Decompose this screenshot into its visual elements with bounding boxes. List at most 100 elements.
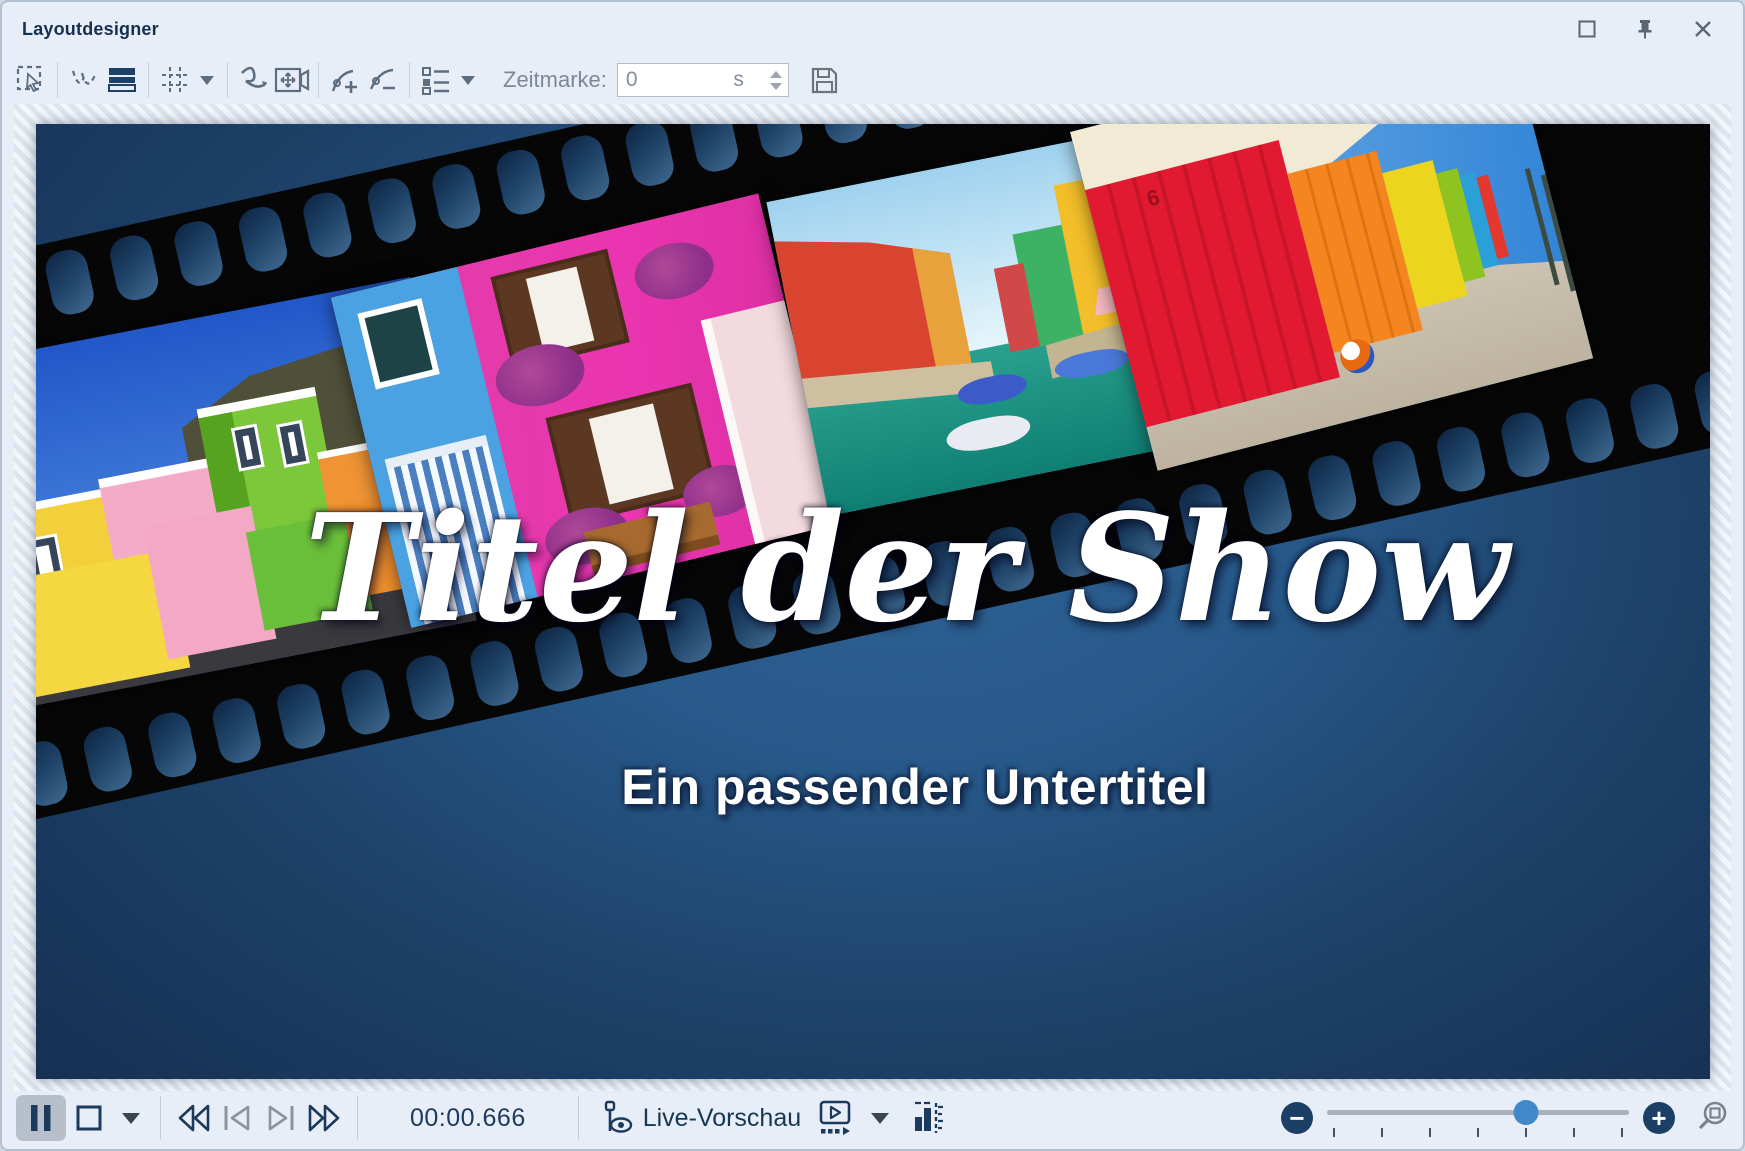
motion-path-icon [238,65,270,95]
film-perforation-hole [558,132,613,204]
playback-separator [160,1096,161,1140]
pin-icon [1636,19,1654,39]
close-icon [1694,20,1712,38]
film-perforation-hole [145,709,200,781]
ruler-bars-button[interactable] [907,1095,951,1141]
live-preview-toggle[interactable]: Live-Vorschau [603,1101,801,1135]
hut-number: 6 [1144,184,1162,212]
stop-icon [75,1104,103,1132]
film-perforation-hole [300,189,355,261]
motion-path-button[interactable] [235,61,273,99]
zoom-slider-ticks [1333,1128,1623,1137]
live-preview-label: Live-Vorschau [643,1104,801,1133]
grid-tool-button[interactable] [156,61,194,99]
maximize-button[interactable] [1567,12,1607,46]
grid-dropdown-caret[interactable] [200,76,214,85]
pause-icon [28,1103,54,1133]
film-perforation-hole [274,681,329,753]
film-perforation-hole [493,146,548,218]
toolbar-separator [148,62,149,98]
zeitmarke-unit: s [733,68,744,92]
film-perforation-hole [36,738,71,810]
toolbar-separator [318,62,319,98]
grid-icon [160,65,190,95]
select-tool-icon [16,65,46,95]
film-perforation-hole [171,218,226,290]
film-perforation-hole [687,124,742,175]
object-list-dropdown-caret[interactable] [461,76,475,85]
close-button[interactable] [1683,12,1723,46]
arrange-layers-button[interactable] [103,61,141,99]
film-perforation-hole [107,232,162,304]
spinner-down-icon[interactable] [770,83,782,90]
layoutdesigner-window: Layoutdesigner [0,0,1745,1151]
add-curve-point-icon [329,65,361,95]
film-perforation-hole [80,723,135,795]
preview-options-caret[interactable] [871,1113,889,1124]
show-subtitle-text[interactable]: Ein passender Untertitel [621,758,1208,816]
playback-separator [578,1096,579,1140]
film-perforation-hole [429,161,484,233]
stage-canvas[interactable]: 6 Titel der Show Ein passender Untertite… [36,124,1710,1079]
preview-player-button[interactable] [809,1095,861,1141]
camera-pan-button[interactable] [273,61,311,99]
rewind-button[interactable] [171,1095,215,1141]
zoom-slider[interactable] [1327,1098,1629,1138]
save-button[interactable] [805,61,843,99]
zeitmarke-input[interactable] [618,68,708,92]
stop-button[interactable] [66,1095,112,1141]
zoom-fit-button[interactable] [1697,1100,1729,1137]
pause-button[interactable] [16,1095,66,1141]
step-back-button[interactable] [215,1095,259,1141]
play-options-caret[interactable] [122,1113,140,1124]
zoom-in-button[interactable]: + [1643,1102,1675,1134]
film-perforation-hole [209,695,264,767]
curve-tool-button[interactable] [65,61,103,99]
ruler-bars-icon [913,1101,945,1135]
rewind-icon [175,1103,211,1133]
toolbar-separator [409,62,410,98]
remove-curve-point-icon [367,65,399,95]
toolbar-separator [57,62,58,98]
curve-tool-icon [69,65,99,95]
film-perforation-hole [622,124,677,189]
film-perforation-hole [1691,366,1710,438]
film-perforation-hole [1562,395,1617,467]
zeitmarke-field: s [617,63,789,97]
live-preview-icon [603,1101,633,1135]
zoom-out-button[interactable]: − [1281,1102,1313,1134]
film-perforation-hole [1627,381,1682,453]
add-curve-point-button[interactable] [326,61,364,99]
zoom-slider-thumb[interactable] [1514,1100,1539,1125]
show-title-text[interactable]: Titel der Show [304,476,1508,661]
select-tool-button[interactable] [12,61,50,99]
fast-forward-button[interactable] [303,1095,347,1141]
step-forward-button[interactable] [259,1095,303,1141]
film-perforation-hole [880,124,935,132]
minus-icon: − [1289,1105,1304,1131]
pin-button[interactable] [1625,12,1665,46]
film-perforation-hole [1498,409,1553,481]
titlebar: Layoutdesigner [2,2,1743,56]
film-perforation-hole [751,124,806,161]
save-icon [809,65,839,95]
film-perforation-hole [42,246,97,318]
maximize-icon [1578,20,1596,38]
zoom-slider-track[interactable] [1327,1110,1629,1115]
remove-curve-point-button[interactable] [364,61,402,99]
film-perforation-hole [236,203,291,275]
zoom-fit-icon [1697,1100,1729,1132]
film-perforation-hole [338,666,393,738]
object-list-icon [420,65,452,95]
time-display: 00:00.666 [410,1104,526,1133]
toolbar: Zeitmarke: s [2,56,1743,104]
object-list-button[interactable] [417,61,455,99]
workspace: 6 Titel der Show Ein passender Untertite… [14,104,1731,1091]
film-perforation-hole [364,175,419,247]
preview-player-icon [815,1100,855,1136]
zeitmarke-label: Zeitmarke: [503,67,607,93]
spinner-up-icon[interactable] [770,71,782,78]
film-perforation-hole [816,124,871,146]
arrange-layers-icon [107,65,137,95]
plus-icon: + [1651,1105,1666,1131]
